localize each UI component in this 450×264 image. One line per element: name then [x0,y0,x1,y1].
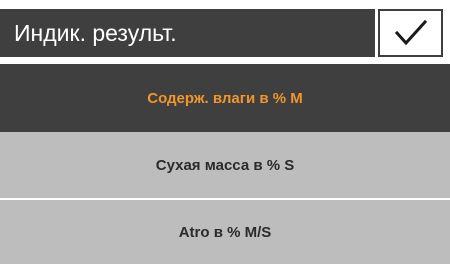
option-moisture-content[interactable]: Содерж. влаги в % M [0,64,450,132]
checkmark-icon [394,19,427,46]
confirm-button[interactable] [378,9,443,57]
option-label: Содерж. влаги в % M [147,89,303,107]
option-label: Atro в % M/S [178,223,272,241]
title-bar: Индик. результ. [0,9,375,57]
option-atro[interactable]: Atro в % M/S [0,198,450,264]
option-label: Сухая масса в % S [155,156,295,174]
page-title: Индик. результ. [14,20,177,46]
option-dry-mass[interactable]: Сухая масса в % S [0,132,450,198]
options-list: Содерж. влаги в % M Сухая масса в % S At… [0,64,450,264]
result-display-screen: Индик. результ. Содерж. влаги в % M Суха… [0,0,450,264]
header: Индик. результ. [0,0,450,64]
